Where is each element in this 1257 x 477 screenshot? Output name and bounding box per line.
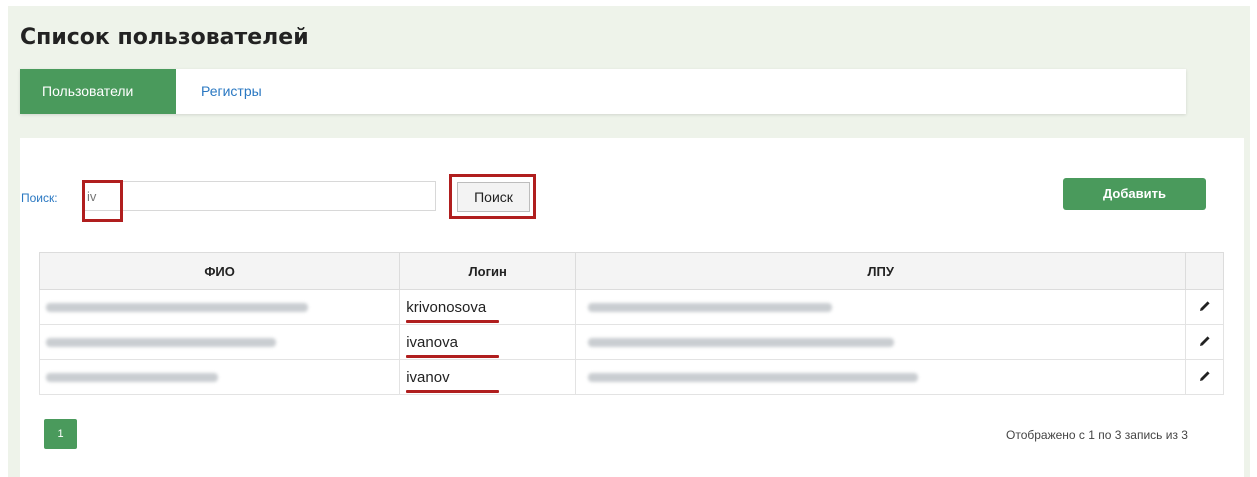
login-cell: krivonosova xyxy=(399,289,577,325)
login-underline xyxy=(406,390,500,393)
login-value: ivanova xyxy=(406,333,458,351)
column-header-actions xyxy=(1185,252,1224,290)
login-underline xyxy=(406,320,500,323)
search-input[interactable] xyxy=(82,181,436,211)
redacted-text xyxy=(588,338,895,348)
tab-users[interactable]: Пользователи xyxy=(20,69,176,114)
pagination-page-button[interactable]: 1 xyxy=(44,419,77,449)
edit-cell xyxy=(1185,359,1224,395)
redacted-text xyxy=(46,303,308,313)
page-title: Список пользователей xyxy=(20,25,309,50)
tabs-bar: Пользователи Регистры xyxy=(20,69,1186,114)
lpu-cell-redacted xyxy=(575,324,1187,360)
lpu-cell-redacted xyxy=(575,289,1187,325)
search-label: Поиск: xyxy=(21,191,58,205)
search-button[interactable]: Поиск xyxy=(457,182,530,212)
pencil-icon[interactable] xyxy=(1199,370,1211,382)
column-header-login[interactable]: Логин xyxy=(399,252,577,290)
tab-registers[interactable]: Регистры xyxy=(201,69,262,114)
add-button[interactable]: Добавить xyxy=(1063,178,1206,210)
fio-cell-redacted xyxy=(38,359,401,395)
column-header-fio[interactable]: ФИО xyxy=(38,252,401,290)
lpu-cell-redacted xyxy=(575,359,1187,395)
pagination-info: Отображено с 1 по 3 запись из 3 xyxy=(1006,428,1188,442)
users-table: ФИО Логин ЛПУ krivonosova ivanova ivanov xyxy=(38,252,1224,395)
redacted-text xyxy=(46,373,218,383)
table-header-row: ФИО Логин ЛПУ xyxy=(38,252,1224,290)
table-row[interactable]: ivanova xyxy=(38,324,1224,360)
pencil-icon[interactable] xyxy=(1199,335,1211,347)
redacted-text xyxy=(46,338,276,348)
login-underline xyxy=(406,355,500,358)
fio-cell-redacted xyxy=(38,289,401,325)
login-cell: ivanova xyxy=(399,324,577,360)
column-header-lpu[interactable]: ЛПУ xyxy=(575,252,1187,290)
login-cell: ivanov xyxy=(399,359,577,395)
edit-cell xyxy=(1185,324,1224,360)
login-value: krivonosova xyxy=(406,298,487,316)
table-row[interactable]: ivanov xyxy=(38,359,1224,395)
fio-cell-redacted xyxy=(38,324,401,360)
login-value: ivanov xyxy=(406,368,450,386)
redacted-text xyxy=(588,373,919,383)
pencil-icon[interactable] xyxy=(1199,300,1211,312)
table-row[interactable]: krivonosova xyxy=(38,289,1224,325)
edit-cell xyxy=(1185,289,1224,325)
redacted-text xyxy=(588,303,833,313)
